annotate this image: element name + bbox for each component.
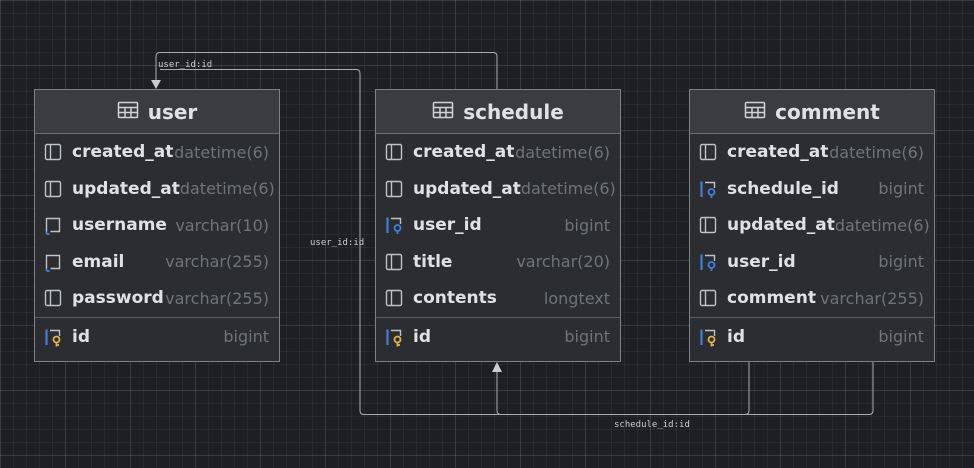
primary-key-row[interactable]: id bigint: [690, 316, 934, 356]
column-type: bigint: [878, 252, 924, 272]
column-row[interactable]: created_at datetime(6): [690, 134, 934, 171]
column-type: bigint: [878, 179, 924, 199]
column-type: datetime(6): [829, 142, 924, 162]
arrowhead-schedule: [492, 362, 502, 372]
edge-label-top: user_id:id: [158, 60, 213, 70]
column-type: datetime(6): [515, 142, 610, 162]
column-icon: [698, 288, 718, 308]
column-row[interactable]: username varchar(10): [35, 207, 279, 244]
column-row[interactable]: email varchar(255): [35, 244, 279, 281]
column-type: datetime(6): [179, 179, 275, 199]
column-type: bigint: [564, 327, 610, 346]
column-name: updated_at: [727, 215, 835, 236]
column-row[interactable]: schedule_id bigint: [690, 171, 934, 208]
column-row[interactable]: contents longtext: [376, 280, 620, 317]
column-name: user_id: [413, 215, 482, 236]
table-header: user: [35, 90, 279, 134]
foreign-key-icon: [698, 179, 718, 199]
foreign-key-icon: [698, 252, 718, 272]
column-row[interactable]: user_id bigint: [376, 207, 620, 244]
column-type: datetime(6): [520, 179, 616, 199]
column-icon: [384, 179, 404, 199]
column-type: varchar(255): [820, 288, 924, 308]
edge-label-bottom: schedule_id:id: [614, 420, 690, 430]
column-name: username: [72, 215, 167, 236]
arrowhead-user: [151, 80, 161, 89]
table-title: schedule: [463, 99, 564, 124]
column-name: user_id: [727, 251, 796, 272]
table-grid-icon: [432, 101, 454, 123]
column-type: datetime(6): [174, 142, 269, 162]
column-name: password: [72, 288, 164, 309]
column-icon: [698, 215, 718, 235]
column-name: contents: [413, 288, 497, 309]
column-name: id: [727, 326, 745, 347]
column-type: varchar(10): [175, 215, 269, 235]
column-icon: [43, 179, 63, 199]
column-row[interactable]: user_id bigint: [690, 244, 934, 281]
column-notnull-icon: [43, 252, 63, 272]
column-name: id: [72, 326, 90, 347]
column-icon: [43, 142, 63, 162]
column-name: email: [72, 251, 125, 272]
column-row[interactable]: updated_at datetime(6): [35, 171, 279, 208]
column-type: datetime(6): [834, 215, 930, 235]
column-name: created_at: [72, 142, 174, 163]
column-row[interactable]: created_at datetime(6): [35, 134, 279, 171]
column-name: schedule_id: [727, 178, 839, 199]
column-name: updated_at: [413, 178, 521, 199]
column-type: bigint: [878, 327, 924, 346]
column-type: varchar(255): [165, 288, 269, 308]
edge-label-middle: user_id:id: [310, 238, 365, 248]
column-icon: [384, 142, 404, 162]
table-header: schedule: [376, 90, 620, 134]
table-title: comment: [775, 99, 880, 124]
primary-key-icon: [384, 327, 404, 347]
column-name: comment: [727, 288, 816, 309]
column-type: longtext: [543, 288, 610, 308]
table-grid-icon: [117, 101, 139, 123]
column-type: bigint: [564, 215, 610, 235]
column-name: created_at: [727, 142, 829, 163]
column-icon: [384, 288, 404, 308]
column-type: bigint: [223, 327, 269, 346]
column-name: id: [413, 326, 431, 347]
foreign-key-icon: [384, 215, 404, 235]
column-type: varchar(255): [165, 252, 269, 272]
table-user[interactable]: user created_at datetime(6) updated_at dat…: [34, 89, 280, 362]
primary-key-icon: [698, 327, 718, 347]
column-row[interactable]: updated_at datetime(6): [690, 207, 934, 244]
table-title: user: [147, 99, 198, 124]
primary-key-icon: [43, 327, 63, 347]
primary-key-row[interactable]: id bigint: [376, 316, 620, 356]
column-row[interactable]: comment varchar(255): [690, 280, 934, 317]
table-grid-icon: [744, 101, 766, 123]
column-icon: [43, 288, 63, 308]
column-name: updated_at: [72, 178, 180, 199]
edge-comment-schedule: [496, 362, 874, 415]
column-icon: [698, 142, 718, 162]
column-row[interactable]: title varchar(20): [376, 244, 620, 281]
table-header: comment: [690, 90, 934, 134]
column-name: title: [413, 251, 453, 272]
column-icon: [384, 252, 404, 272]
column-row[interactable]: updated_at datetime(6): [376, 171, 620, 208]
column-name: created_at: [413, 142, 515, 163]
primary-key-row[interactable]: id bigint: [35, 316, 279, 356]
column-row[interactable]: created_at datetime(6): [376, 134, 620, 171]
table-schedule[interactable]: schedule created_at datetime(6) updated_a…: [375, 89, 621, 362]
column-type: varchar(20): [516, 252, 610, 272]
table-comment[interactable]: comment created_at datetime(6) schedule_i…: [689, 89, 935, 362]
column-notnull-icon: [43, 215, 63, 236]
column-row[interactable]: password varchar(255): [35, 280, 279, 317]
